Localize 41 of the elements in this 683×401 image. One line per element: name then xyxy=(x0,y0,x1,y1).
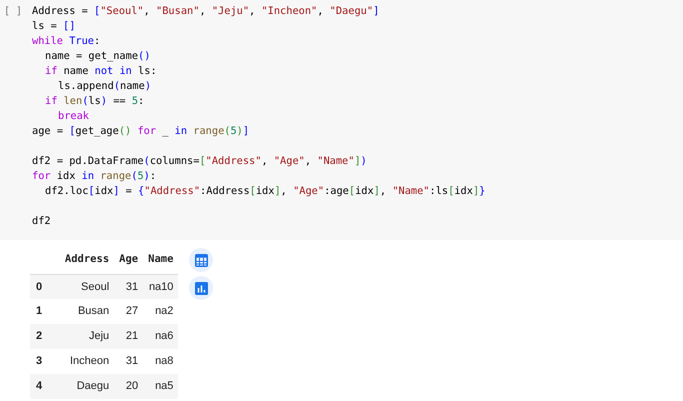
table-cell: na2 xyxy=(143,299,178,324)
bar-chart-icon xyxy=(194,282,208,294)
code-line: Address = ["Seoul", "Busan", "Jeju", "Incheon", "Daegu"] xyxy=(32,4,380,19)
table-cell: 27 xyxy=(114,299,144,324)
code-line: while True: xyxy=(32,34,100,49)
chart-button[interactable] xyxy=(189,276,214,300)
row-index: 2 xyxy=(30,324,52,349)
code-line: for idx in range(5): xyxy=(32,169,156,184)
row-index: 3 xyxy=(30,349,52,374)
code-line: df2.loc[idx] = {"Address":Address[idx], "Age":age[idx], "Name":ls[idx]} xyxy=(45,184,486,199)
table-cell: 31 xyxy=(114,274,144,299)
table-cell: Jeju xyxy=(52,324,114,349)
code-line: age = [get_age() for _ in range(5)] xyxy=(32,124,250,139)
table-cell: na5 xyxy=(143,374,178,399)
row-index: 0 xyxy=(30,274,52,299)
table-icon xyxy=(194,254,208,266)
code-line: ls = [] xyxy=(32,19,76,34)
table-cell: Seoul xyxy=(52,274,114,299)
run-marker[interactable]: [ ] xyxy=(4,4,22,19)
table-cell: 21 xyxy=(114,324,144,349)
code-line: df2 xyxy=(32,214,51,229)
table-view-button[interactable] xyxy=(189,248,214,272)
code-line: ls.append(name) xyxy=(58,79,152,94)
table-cell: 20 xyxy=(114,374,144,399)
table-cell: na8 xyxy=(143,349,178,374)
table-cell: 31 xyxy=(114,349,144,374)
column-header: Age xyxy=(114,246,144,274)
row-index: 4 xyxy=(30,374,52,399)
code-line: break xyxy=(58,109,89,124)
code-line: name = get_name() xyxy=(45,49,150,64)
table-cell: na10 xyxy=(143,274,178,299)
column-header: Name xyxy=(143,246,178,274)
code-line: if name not in ls: xyxy=(45,64,157,79)
code-line: df2 = pd.DataFrame(columns=["Address", "Age", "Name"]) xyxy=(32,154,367,169)
table-cell: na6 xyxy=(143,324,178,349)
table-cell: Incheon xyxy=(52,349,114,374)
table-cell: Daegu xyxy=(52,374,114,399)
column-header: Address xyxy=(52,246,114,274)
code-line: if len(ls) == 5: xyxy=(45,94,144,109)
row-index: 1 xyxy=(30,299,52,324)
table-cell: Busan xyxy=(52,299,114,324)
